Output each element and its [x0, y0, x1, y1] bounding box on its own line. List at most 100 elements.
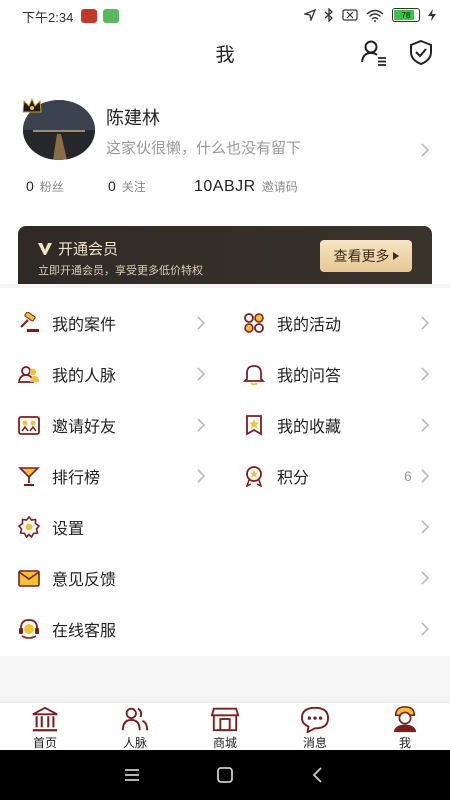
stat-followers[interactable]: 0 粉丝	[26, 178, 64, 195]
tab-label: 首页	[32, 736, 57, 750]
chevron-right-icon	[421, 367, 430, 381]
status-bar: 下午2:34 78	[0, 0, 450, 32]
wifi-icon	[366, 9, 384, 22]
vip-banner[interactable]: 开通会员 立即开通会员，享受更多低价特权 查看更多	[18, 226, 432, 286]
menu-icon[interactable]	[120, 764, 144, 786]
people-icon	[121, 707, 149, 731]
app-notification-icon	[81, 9, 98, 23]
wechat-notification-icon	[103, 9, 120, 23]
profile-chevron-icon[interactable]	[420, 143, 430, 157]
battery-indicator: 78	[392, 8, 420, 22]
menu-item-label: 我的活动	[277, 316, 342, 334]
chevron-right-icon	[421, 622, 430, 636]
chevron-right-icon	[197, 367, 206, 381]
tab-label: 我	[398, 736, 411, 750]
crown-badge-icon	[22, 97, 42, 113]
bookmark-star-icon	[246, 414, 262, 436]
shield-check-icon[interactable]	[406, 37, 436, 67]
profile-stats: 0 粉丝 0 关注 10ABJR 邀请码	[0, 178, 450, 200]
following-label: 关注	[121, 180, 146, 194]
shop-icon	[210, 707, 240, 732]
invite-code-label: 邀请码	[261, 180, 298, 194]
menu-item-activities[interactable]: 我的活动	[243, 297, 435, 348]
home-icon[interactable]	[213, 764, 237, 786]
tab-me[interactable]: 我	[360, 705, 450, 751]
invite-code-value: 10ABJR	[194, 178, 256, 195]
system-nav-bar	[0, 750, 450, 800]
menu-item-label: 我的人脉	[52, 367, 117, 385]
envelope-icon	[18, 569, 40, 587]
chevron-right-icon	[421, 418, 430, 432]
back-icon[interactable]	[306, 764, 330, 786]
chevron-right-icon	[421, 469, 430, 483]
title-bar: 我	[0, 32, 450, 72]
menu-section: 我的案件 我的活动 我的人脉 我的问答 邀请好友 我的收藏 排行榜 积分 6 设…	[0, 288, 450, 660]
menu-item-label: 我的问答	[277, 367, 342, 385]
tab-bar: 首页 人脉 商城 消息 我	[0, 702, 450, 751]
profile-name[interactable]: 陈建林	[106, 104, 160, 130]
tab-mall[interactable]: 商城	[180, 705, 270, 751]
menu-item-contacts[interactable]: 我的人脉	[18, 348, 210, 399]
menu-item-label: 邀请好友	[52, 418, 117, 436]
stat-following[interactable]: 0 关注	[108, 178, 146, 195]
view-more-button[interactable]: 查看更多	[320, 240, 412, 272]
chevron-right-icon	[421, 520, 430, 534]
location-icon	[304, 9, 316, 21]
menu-item-label: 我的收藏	[277, 418, 342, 436]
trophy-icon	[18, 466, 40, 486]
contacts-icon	[18, 365, 39, 383]
followers-label: 粉丝	[39, 180, 64, 194]
activity-icon	[244, 312, 264, 333]
menu-item-cases[interactable]: 我的案件	[18, 297, 210, 348]
vip-title: 开通会员	[58, 241, 119, 258]
view-more-label: 查看更多	[333, 248, 390, 264]
status-indicators: 78	[304, 8, 436, 22]
chat-icon	[300, 706, 330, 733]
chevron-right-icon	[197, 418, 206, 432]
menu-item-label: 设置	[52, 520, 85, 538]
chevron-right-icon	[421, 571, 430, 585]
tab-home[interactable]: 首页	[0, 705, 90, 751]
user-list-icon[interactable]	[359, 37, 389, 67]
vip-v-icon	[38, 242, 52, 255]
following-count: 0	[108, 178, 116, 194]
medal-icon	[245, 465, 263, 487]
tab-label: 消息	[302, 736, 327, 750]
menu-item-invite[interactable]: 邀请好友	[18, 399, 210, 450]
sim-x-icon	[342, 9, 358, 21]
menu-item-label: 积分	[277, 469, 310, 487]
bank-icon	[32, 706, 58, 732]
menu-item-label: 排行榜	[52, 469, 101, 487]
bell-icon	[243, 364, 265, 385]
menu-item-qa[interactable]: 我的问答	[243, 348, 435, 399]
headset-icon	[19, 618, 39, 639]
user-icon	[393, 706, 417, 733]
vip-title-row: 开通会员	[38, 238, 118, 259]
bluetooth-icon	[324, 8, 333, 22]
tab-contacts[interactable]: 人脉	[90, 705, 180, 751]
menu-item-label: 在线客服	[52, 622, 117, 640]
invite-icon	[18, 415, 40, 435]
caret-right-icon	[392, 252, 399, 260]
chevron-right-icon	[197, 469, 206, 483]
chevron-right-icon	[197, 316, 206, 330]
vip-subtitle: 立即开通会员，享受更多低价特权	[38, 265, 203, 277]
charging-icon	[428, 9, 436, 21]
menu-item-ranking[interactable]: 排行榜	[18, 450, 210, 501]
gavel-icon	[20, 311, 39, 332]
status-time: 下午2:34	[22, 9, 74, 25]
menu-item-feedback[interactable]: 意见反馈	[18, 552, 432, 603]
tab-label: 人脉	[122, 736, 147, 750]
chevron-right-icon	[421, 316, 430, 330]
menu-item-settings[interactable]: 设置	[18, 501, 432, 552]
menu-item-customer-service[interactable]: 在线客服	[18, 603, 432, 654]
profile-bio: 这家伙很懒，什么也没有留下	[106, 140, 302, 157]
battery-level: 78	[401, 10, 411, 20]
menu-item-label: 意见反馈	[52, 571, 117, 589]
menu-item-favorites[interactable]: 我的收藏	[243, 399, 435, 450]
bottom-spacer	[0, 656, 450, 702]
tab-messages[interactable]: 消息	[270, 705, 360, 751]
menu-item-label: 我的案件	[52, 316, 117, 334]
points-count: 6	[404, 468, 412, 484]
stat-invite-code[interactable]: 10ABJR 邀请码	[194, 178, 298, 196]
